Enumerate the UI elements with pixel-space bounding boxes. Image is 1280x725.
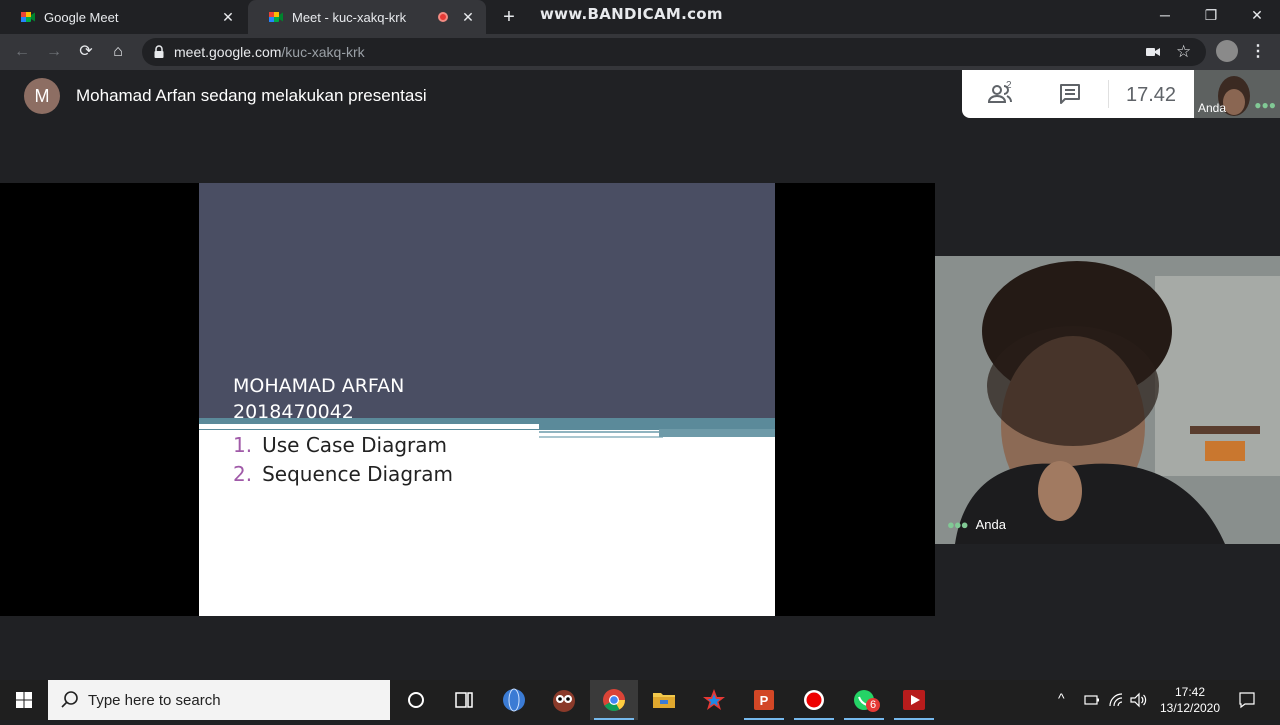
restore-button[interactable]: ❐	[1188, 0, 1234, 30]
windows-start-icon[interactable]	[0, 680, 48, 720]
taskbar-search-box[interactable]: Type here to search	[48, 680, 390, 720]
slide-title: MOHAMAD ARFAN 2018470042	[233, 373, 404, 425]
task-view-icon[interactable]	[440, 680, 488, 720]
url-text: meet.google.com/kuc-xakq-krk	[174, 44, 365, 60]
file-explorer-icon[interactable]	[640, 680, 688, 720]
slide-bullet-list: 1. Use Case Diagram 2. Sequence Diagram	[233, 431, 453, 489]
svg-text:P: P	[760, 693, 769, 708]
browser-toolbar: ← → ⟳ ⌂ meet.google.com/kuc-xakq-krk ☆ ⋮	[0, 34, 1280, 70]
chat-icon[interactable]	[1058, 82, 1082, 106]
search-placeholder: Type here to search	[88, 692, 221, 709]
self-view-label: Anda	[1198, 101, 1227, 115]
close-tab-icon[interactable]: ✕	[460, 9, 476, 25]
whatsapp-icon	[844, 690, 884, 720]
presentation-stage: MOHAMAD ARFAN 2018470042 1. Use Case Diag…	[0, 183, 935, 616]
show-hidden-icons-icon[interactable]: ^	[1058, 690, 1065, 706]
chrome-icon[interactable]	[590, 680, 638, 720]
close-window-button[interactable]: ✕	[1234, 0, 1280, 30]
participant-count: 2	[1006, 80, 1012, 91]
divider	[1108, 80, 1109, 108]
camera-video	[935, 256, 1280, 544]
tab-title: Google Meet	[44, 9, 119, 25]
participant-camera-tile[interactable]: ●●● Anda	[935, 256, 1280, 544]
bandicam-watermark: www.BANDICAM.com	[540, 5, 723, 23]
presenter-avatar: M	[24, 78, 60, 114]
battery-icon[interactable]	[1084, 693, 1100, 707]
lock-icon	[154, 45, 164, 58]
slide-accent-lines	[539, 425, 775, 438]
camera-name: Anda	[975, 517, 1006, 532]
clock-time: 17:42	[1174, 685, 1206, 699]
tab-google-meet[interactable]: Google Meet ✕	[0, 0, 246, 34]
list-item: 1. Use Case Diagram	[233, 431, 453, 460]
audio-activity-icon: ●●●	[947, 517, 969, 532]
google-meet-icon	[269, 12, 283, 22]
reload-button[interactable]: ⟳	[74, 40, 98, 64]
system-clock[interactable]: 17:42 13/12/2020	[1158, 684, 1222, 716]
camera-label: ●●● Anda	[947, 517, 1006, 532]
list-item-number: 1.	[233, 433, 253, 457]
powerpoint-icon[interactable]: P	[740, 680, 788, 720]
tab-title: Meet - kuc-xakq-krk	[292, 9, 407, 25]
url-host: meet.google.com	[174, 44, 282, 60]
forward-button[interactable]: →	[42, 40, 66, 64]
camera-in-use-icon[interactable]	[1146, 46, 1160, 58]
google-meet-icon	[21, 12, 35, 22]
back-button[interactable]: ←	[10, 40, 34, 64]
tab-strip: Google Meet ✕ Meet - kuc-xakq-krk ✕ + ww…	[0, 0, 1280, 34]
meeting-clock: 17.42	[1126, 84, 1177, 106]
list-item-number: 2.	[233, 462, 253, 486]
list-item: 2. Sequence Diagram	[233, 460, 453, 489]
address-bar[interactable]: meet.google.com/kuc-xakq-krk ☆	[142, 38, 1206, 66]
close-tab-icon[interactable]: ✕	[220, 9, 236, 25]
list-item-text: Sequence Diagram	[262, 462, 453, 486]
list-item-text: Use Case Diagram	[262, 433, 447, 457]
slide-author-name: MOHAMAD ARFAN	[233, 375, 405, 397]
self-view-tile[interactable]: Anda ●●●	[1194, 70, 1280, 118]
more-options-icon[interactable]: ●●●	[1254, 98, 1276, 112]
meeting-info-panel: 2 17.42	[962, 70, 1194, 118]
cortana-icon[interactable]	[392, 680, 440, 720]
presentation-slide: MOHAMAD ARFAN 2018470042 1. Use Case Diag…	[199, 183, 775, 616]
whatsapp-taskbar-item[interactable]: 6	[840, 680, 888, 720]
app-icon-owl[interactable]	[540, 680, 588, 720]
app-icon-star[interactable]	[690, 680, 738, 720]
profile-avatar[interactable]	[1216, 40, 1238, 62]
bandicam-record-icon[interactable]	[790, 680, 838, 720]
media-player-icon[interactable]	[890, 680, 938, 720]
meet-call-area: M Mohamad Arfan sedang melakukan present…	[0, 70, 1280, 680]
app-icon-calculator-globe[interactable]	[490, 680, 538, 720]
recording-indicator-icon	[438, 12, 448, 22]
new-tab-button[interactable]: +	[498, 6, 520, 28]
slide-author-id: 2018470042	[233, 401, 354, 423]
presenter-banner: Mohamad Arfan sedang melakukan presentas…	[76, 86, 427, 105]
clock-date: 13/12/2020	[1159, 701, 1221, 715]
wifi-icon[interactable]	[1108, 692, 1124, 708]
volume-icon[interactable]	[1130, 692, 1148, 708]
url-path: /kuc-xakq-krk	[281, 44, 365, 60]
search-icon	[61, 691, 78, 708]
tab-meet-call[interactable]: Meet - kuc-xakq-krk ✕	[248, 0, 486, 34]
chrome-menu-icon[interactable]: ⋮	[1246, 40, 1270, 64]
notification-badge: 6	[866, 698, 880, 712]
minimize-button[interactable]: ─	[1142, 0, 1188, 30]
bookmark-star-icon[interactable]: ☆	[1176, 42, 1191, 62]
home-button[interactable]: ⌂	[106, 40, 130, 64]
windows-taskbar: Type here to search P 6 ^ 17:42 13/12/20…	[0, 680, 1280, 720]
action-center-icon[interactable]	[1238, 691, 1256, 709]
